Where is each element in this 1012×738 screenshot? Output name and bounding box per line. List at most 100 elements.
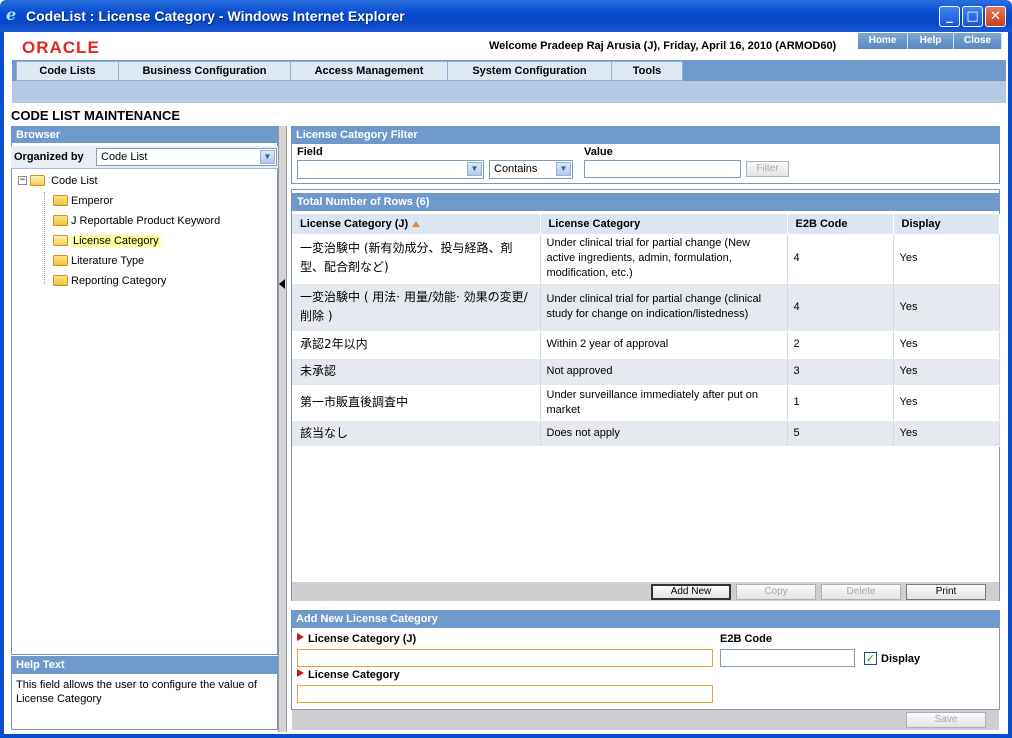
delete-button[interactable]: Delete [821, 584, 901, 600]
e2b-code-label: E2B Code [720, 633, 772, 645]
table-row[interactable]: 第一市販直後調査中 Under surveillance immediately… [292, 385, 1000, 421]
cell-license-category: Under clinical trial for partial change … [540, 234, 788, 284]
tab-access-management[interactable]: Access Management [290, 61, 448, 81]
collapse-icon[interactable]: − [18, 175, 27, 185]
label-text: License Category (J) [308, 633, 417, 645]
minimize-button[interactable]: _ [939, 6, 960, 27]
column-header-license-category-j[interactable]: License Category (J) [292, 214, 541, 234]
add-new-heading: Add New License Category [291, 610, 1000, 628]
cell-license-category: Not approved [540, 358, 788, 386]
save-button[interactable]: Save [906, 712, 986, 728]
row-count-heading: Total Number of Rows (6) [292, 193, 999, 211]
filter-button[interactable]: Filter [746, 161, 789, 177]
tree-item-label: Reporting Category [71, 275, 167, 287]
cell-license-category: Under clinical trial for partial change … [540, 283, 788, 332]
table-row[interactable]: 一変治験中 (新有効成分、投与経路、剤型、配合剤など) Under clinic… [292, 234, 1000, 284]
filter-panel: Field ▼ Contains ▼ Value Filter [291, 144, 1000, 184]
column-label: License Category (J) [300, 218, 409, 230]
add-new-button[interactable]: Add New [651, 584, 731, 600]
value-label: Value [584, 146, 613, 158]
close-link[interactable]: Close [954, 33, 1002, 49]
cell-display: Yes [893, 234, 1000, 284]
oracle-logo: ORACLE [22, 38, 100, 57]
license-category-j-input[interactable] [297, 649, 713, 667]
organized-by-label: Organized by [14, 151, 84, 163]
license-category-input[interactable] [297, 685, 713, 703]
cell-e2b-code: 4 [787, 283, 894, 332]
add-new-panel: License Category (J) E2B Code ✓ Display … [291, 628, 1000, 710]
organized-by-bar: Organized by Code List ▼ [11, 146, 278, 169]
window-close-button[interactable]: ✕ [985, 6, 1006, 27]
maximize-button[interactable]: □ [962, 6, 983, 27]
chevron-down-icon: ▼ [556, 162, 571, 176]
table-row[interactable]: 承認2年以内 Within 2 year of approval 2 Yes [292, 331, 1000, 359]
cell-display: Yes [893, 358, 1000, 386]
filter-value-input[interactable] [584, 160, 741, 178]
table-row[interactable]: 該当なし Does not apply 5 Yes [292, 420, 1000, 447]
tree-item-literature-type[interactable]: Literature Type [53, 252, 144, 270]
cell-license-category-j: 該当なし [292, 420, 541, 447]
folder-icon [53, 254, 68, 266]
tab-tools[interactable]: Tools [611, 61, 683, 81]
field-select[interactable]: ▼ [297, 160, 484, 179]
display-checkbox[interactable]: ✓ [864, 652, 877, 665]
operator-select[interactable]: Contains ▼ [489, 160, 573, 179]
table-row[interactable]: 一変治験中 ( 用法· 用量/効能· 効果の変更/削除 ) Under clin… [292, 283, 1000, 332]
home-link[interactable]: Home [858, 33, 908, 49]
column-header-e2b-code[interactable]: E2B Code [787, 214, 894, 234]
folder-icon [53, 274, 68, 286]
panel-splitter[interactable] [278, 126, 287, 732]
window-title-bar: e CodeList : License Category - Windows … [0, 0, 1012, 32]
tree-item-license-category[interactable]: License Category [53, 232, 161, 250]
print-button[interactable]: Print [906, 584, 986, 600]
welcome-text: Welcome Pradeep Raj Arusia (J), Friday, … [489, 40, 837, 52]
table-header-row: License Category (J) License Category E2… [292, 214, 1000, 234]
cell-e2b-code: 1 [787, 385, 894, 421]
tab-system-configuration[interactable]: System Configuration [447, 61, 612, 81]
tree-item-label: Literature Type [71, 255, 145, 267]
tree-item-emperor[interactable]: Emperor [53, 192, 113, 210]
field-label: Field [297, 146, 323, 158]
filter-heading: License Category Filter [291, 126, 1000, 144]
e2b-code-input[interactable] [720, 649, 855, 667]
help-link[interactable]: Help [908, 33, 954, 49]
cell-e2b-code: 3 [787, 358, 894, 386]
license-category-table: License Category (J) License Category E2… [292, 214, 1000, 447]
page-title: CODE LIST MAINTENANCE [11, 108, 180, 123]
tab-business-configuration[interactable]: Business Configuration [118, 61, 291, 81]
cell-license-category-j: 第一市販直後調査中 [292, 385, 541, 421]
open-folder-icon [53, 234, 68, 246]
sub-nav-bar [12, 81, 1006, 103]
tree-root[interactable]: − Code List [18, 172, 98, 190]
table-row[interactable]: 未承認 Not approved 3 Yes [292, 358, 1000, 386]
cell-license-category: Within 2 year of approval [540, 331, 788, 359]
copy-button[interactable]: Copy [736, 584, 816, 600]
tab-code-lists[interactable]: Code Lists [16, 61, 119, 81]
column-header-license-category[interactable]: License Category [540, 214, 788, 234]
label-text: License Category [308, 669, 400, 681]
tree-item-reporting-category[interactable]: Reporting Category [53, 272, 166, 290]
help-text-heading: Help Text [11, 656, 278, 674]
cell-license-category-j: 一変治験中 ( 用法· 用量/効能· 効果の変更/削除 ) [292, 283, 541, 332]
folder-icon [53, 214, 68, 226]
operator-value: Contains [494, 163, 538, 175]
collapse-arrow-icon[interactable] [279, 279, 285, 289]
cell-display: Yes [893, 331, 1000, 359]
cell-e2b-code: 4 [787, 234, 894, 284]
add-new-toolbar: Save [292, 710, 999, 730]
required-flag-icon [297, 669, 304, 677]
top-links: Home Help Close [858, 33, 1002, 49]
column-header-display[interactable]: Display [893, 214, 1000, 234]
organized-by-select[interactable]: Code List ▼ [96, 148, 277, 166]
sort-ascending-icon [412, 221, 421, 227]
license-category-j-label: License Category (J) [297, 633, 416, 645]
tree-item-j-reportable-product-keyword[interactable]: J Reportable Product Keyword [53, 212, 220, 230]
license-category-label: License Category [297, 669, 400, 681]
organized-by-value: Code List [101, 151, 148, 163]
internet-explorer-icon: e [6, 5, 17, 24]
chevron-down-icon: ▼ [467, 162, 482, 176]
tree-item-label: J Reportable Product Keyword [71, 215, 221, 227]
required-flag-icon [297, 633, 304, 641]
cell-display: Yes [893, 385, 1000, 421]
cell-license-category-j: 承認2年以内 [292, 331, 541, 359]
